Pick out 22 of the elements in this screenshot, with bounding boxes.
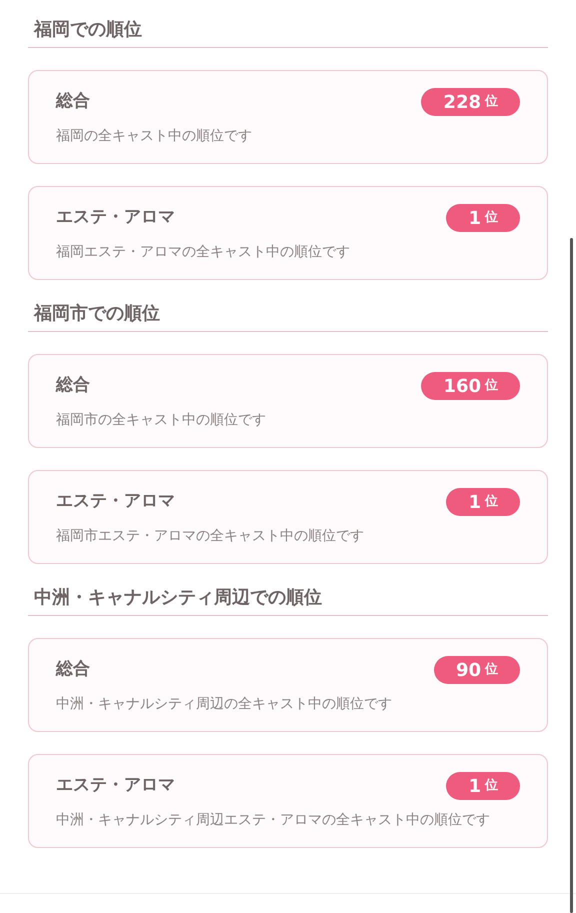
- scrollbar[interactable]: [570, 238, 573, 913]
- ranking-description: 福岡市の全キャスト中の順位です: [56, 411, 267, 430]
- section-heading: 福岡市での順位: [34, 303, 160, 324]
- section-heading: 福岡での順位: [34, 19, 142, 40]
- category-title: エステ・アロマ: [56, 206, 175, 230]
- category-title: 総合: [56, 90, 90, 114]
- ranking-description: 福岡市エステ・アロマの全キャスト中の順位です: [56, 527, 365, 546]
- ranking-description: 福岡エステ・アロマの全キャスト中の順位です: [56, 243, 351, 262]
- ranking-description: 中洲・キャナルシティ周辺の全キャスト中の順位です: [56, 695, 393, 714]
- rank-badge: 1 位: [446, 488, 520, 516]
- rank-badge: 160 位: [421, 372, 520, 400]
- rank-badge: 1 位: [446, 204, 520, 232]
- rank-badge: 90 位: [434, 656, 520, 684]
- section-heading: 中洲・キャナルシティ周辺での順位: [34, 587, 322, 608]
- category-title: 総合: [56, 658, 90, 682]
- rank-badge: 1 位: [446, 772, 520, 800]
- category-title: エステ・アロマ: [56, 774, 175, 798]
- rank-badge: 228 位: [421, 88, 520, 116]
- ranking-description: 中洲・キャナルシティ周辺エステ・アロマの全キャスト中の順位です: [56, 811, 491, 830]
- ranking-description: 福岡の全キャスト中の順位です: [56, 127, 253, 146]
- category-title: エステ・アロマ: [56, 490, 175, 514]
- category-title: 総合: [56, 374, 90, 398]
